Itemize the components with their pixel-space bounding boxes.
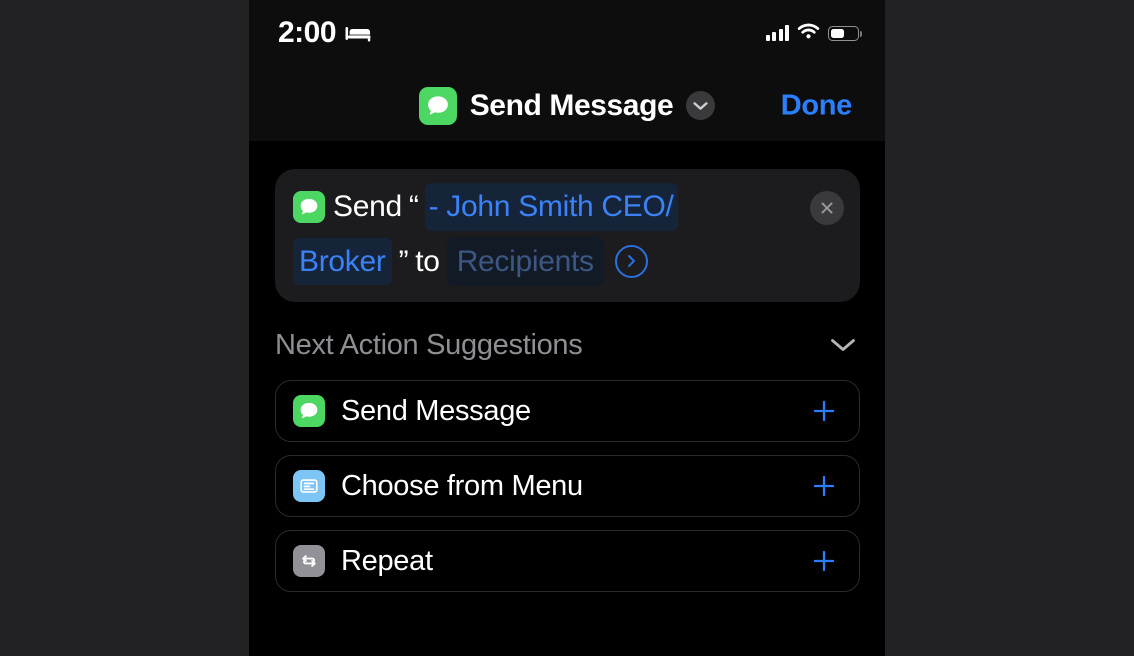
message-variable-field-line1[interactable]: - John Smith CEO/: [424, 183, 678, 231]
messages-app-icon: [418, 86, 457, 125]
messages-app-icon: [293, 190, 325, 223]
nav-bar: Send Message Done: [249, 70, 885, 141]
phone-screen: 2:00 Send Message Done Send “ - John Smi…: [249, 0, 885, 656]
suggestion-label: Send Message: [341, 394, 531, 427]
suggestion-item-choose-from-menu[interactable]: Choose from Menu: [275, 455, 860, 517]
action-card-send-message[interactable]: Send “ - John Smith CEO/ Broker ” to Rec…: [275, 169, 860, 302]
line-break: [293, 231, 796, 237]
message-variable-field-line2[interactable]: Broker: [293, 237, 392, 285]
suggestion-item-send-message[interactable]: Send Message: [275, 380, 860, 442]
cellular-bars-icon: [765, 25, 789, 41]
bed-icon: [345, 24, 371, 42]
menu-card-icon: [293, 470, 325, 502]
repeat-arrows-icon: [293, 545, 325, 577]
screenshot-stage: 2:00 Send Message Done Send “ - John Smi…: [0, 0, 1134, 656]
close-x-icon[interactable]: [810, 191, 844, 225]
preposition-label: to: [415, 244, 440, 278]
chevron-down-icon[interactable]: [686, 91, 716, 120]
open-quote-label: “: [408, 190, 419, 223]
recipients-field[interactable]: Recipients: [446, 236, 604, 286]
suggestions-header: Next Action Suggestions: [275, 328, 860, 362]
status-bar-right: [765, 22, 862, 44]
action-card-text: Send “ - John Smith CEO/ Broker ” to Rec…: [293, 183, 842, 286]
suggestion-label: Repeat: [341, 544, 433, 577]
status-bar-left: 2:00: [278, 18, 371, 48]
battery-icon: [828, 25, 862, 41]
content-area: Send “ - John Smith CEO/ Broker ” to Rec…: [249, 141, 885, 656]
plus-icon[interactable]: [807, 394, 841, 428]
plus-icon[interactable]: [807, 469, 841, 503]
status-bar-clock: 2:00: [278, 16, 337, 49]
suggestion-list: Send Message Choose from Menu Repeat: [275, 380, 860, 592]
action-verb-label: Send: [333, 190, 402, 223]
done-button[interactable]: Done: [781, 89, 853, 122]
suggestion-item-repeat[interactable]: Repeat: [275, 530, 860, 592]
wifi-icon: [797, 22, 820, 44]
page-title: Send Message: [469, 88, 674, 122]
chevron-down-icon[interactable]: [826, 328, 860, 362]
chevron-right-circle-icon[interactable]: [614, 244, 648, 278]
close-quote-label: ”: [398, 244, 409, 278]
suggestions-title: Next Action Suggestions: [275, 328, 583, 361]
plus-icon[interactable]: [807, 544, 841, 578]
suggestion-label: Choose from Menu: [341, 469, 583, 502]
messages-app-icon: [293, 395, 325, 427]
status-bar: 2:00: [249, 0, 885, 70]
